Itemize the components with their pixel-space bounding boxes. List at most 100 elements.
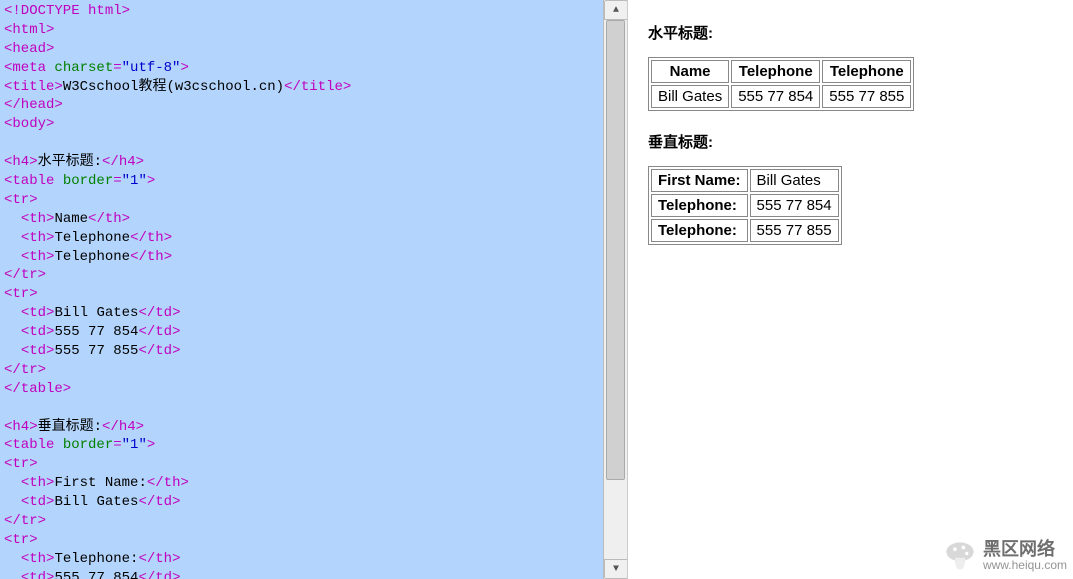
code-token: </ xyxy=(138,324,155,340)
code-token: <body> xyxy=(4,116,54,132)
code-token: </ xyxy=(102,154,119,170)
code-editor[interactable]: <!DOCTYPE html> <html> <head> <meta char… xyxy=(0,0,603,579)
code-token: </ xyxy=(138,494,155,510)
code-token: td xyxy=(29,343,46,359)
code-token: > xyxy=(180,475,188,491)
table-header: Telephone xyxy=(731,60,820,83)
code-token: </ xyxy=(138,305,155,321)
preview-heading-horizontal: 水平标题: xyxy=(648,22,1053,43)
code-token: tr xyxy=(21,267,38,283)
code-token: th xyxy=(147,230,164,246)
code-token: </table> xyxy=(4,381,71,397)
code-token: > xyxy=(172,570,180,579)
watermark-url: www.heiqu.com xyxy=(983,559,1067,572)
code-token: tr xyxy=(21,513,38,529)
code-token: 555 77 855 xyxy=(54,343,138,359)
code-token: td xyxy=(155,343,172,359)
table-cell: 555 77 854 xyxy=(731,85,820,108)
code-token: tr xyxy=(12,532,29,548)
table-header: Telephone: xyxy=(651,194,748,217)
table-header: Telephone: xyxy=(651,219,748,242)
code-token: td xyxy=(155,305,172,321)
code-token: td xyxy=(29,324,46,340)
table-cell: 555 77 855 xyxy=(750,219,839,242)
code-token: </head> xyxy=(4,97,63,113)
code-token: > xyxy=(122,211,130,227)
code-token: title xyxy=(12,79,54,95)
code-token: "utf-8" xyxy=(122,60,181,76)
code-token: tr xyxy=(12,192,29,208)
code-token: > xyxy=(136,154,144,170)
code-token: > xyxy=(147,437,155,453)
table-cell: 555 77 855 xyxy=(822,85,911,108)
code-token: td xyxy=(29,494,46,510)
table-cell: Bill Gates xyxy=(651,85,729,108)
code-token: <html> xyxy=(4,22,54,38)
code-token: > xyxy=(172,494,180,510)
vertical-scrollbar[interactable]: ▲ ▼ xyxy=(603,0,627,579)
code-token: th xyxy=(29,249,46,265)
code-token: td xyxy=(29,305,46,321)
code-token: h4 xyxy=(12,419,29,435)
code-token: 555 77 854 xyxy=(54,324,138,340)
scroll-track[interactable] xyxy=(604,20,627,559)
horizontal-headers-table: Name Telephone Telephone Bill Gates 555 … xyxy=(648,57,914,111)
code-token: "1" xyxy=(122,173,147,189)
code-token: meta xyxy=(12,60,46,76)
app-container: <!DOCTYPE html> <html> <head> <meta char… xyxy=(0,0,1073,579)
table-header: Name xyxy=(651,60,729,83)
code-token: </ xyxy=(130,230,147,246)
code-token: </ xyxy=(4,513,21,529)
preview-pane: 水平标题: Name Telephone Telephone Bill Gate… xyxy=(628,0,1073,579)
code-token: > xyxy=(147,173,155,189)
code-token: > xyxy=(54,79,62,95)
code-token: h4 xyxy=(12,154,29,170)
code-token: Name xyxy=(54,211,88,227)
code-token: td xyxy=(155,570,172,579)
table-row: Telephone: 555 77 854 xyxy=(651,194,839,217)
code-token: td xyxy=(155,324,172,340)
code-token: < xyxy=(21,211,29,227)
code-token: > xyxy=(164,249,172,265)
code-token: > xyxy=(172,551,180,567)
code-token: th xyxy=(155,551,172,567)
code-token: th xyxy=(147,249,164,265)
code-token: < xyxy=(21,249,29,265)
code-token: 垂直标题: xyxy=(38,419,102,435)
code-token: td xyxy=(29,570,46,579)
code-token: td xyxy=(155,494,172,510)
watermark: 黑区网络 www.heiqu.com xyxy=(943,539,1067,573)
code-token: > xyxy=(172,305,180,321)
code-token: > xyxy=(29,456,37,472)
code-token: </ xyxy=(4,362,21,378)
table-cell: 555 77 854 xyxy=(750,194,839,217)
code-token: table xyxy=(12,173,54,189)
code-token: </ xyxy=(130,249,147,265)
code-token: </ xyxy=(284,79,301,95)
code-token: < xyxy=(21,343,29,359)
watermark-text: 黑区网络 www.heiqu.com xyxy=(983,540,1067,571)
code-token: > xyxy=(38,362,46,378)
code-token: < xyxy=(21,551,29,567)
scroll-thumb[interactable] xyxy=(606,20,625,480)
code-token: </ xyxy=(138,570,155,579)
table-cell: Bill Gates xyxy=(750,169,839,192)
code-token: th xyxy=(29,230,46,246)
code-token: "1" xyxy=(122,437,147,453)
code-token: h4 xyxy=(119,154,136,170)
code-token: Bill Gates xyxy=(54,494,138,510)
code-token: th xyxy=(164,475,181,491)
scroll-down-button[interactable]: ▼ xyxy=(604,559,628,579)
code-token: > xyxy=(29,532,37,548)
code-token: > xyxy=(180,60,188,76)
code-token: < xyxy=(21,475,29,491)
code-token: > xyxy=(343,79,351,95)
scroll-up-button[interactable]: ▲ xyxy=(604,0,628,20)
code-token: < xyxy=(21,570,29,579)
code-token: h4 xyxy=(119,419,136,435)
code-token: > xyxy=(38,267,46,283)
table-row: Bill Gates 555 77 854 555 77 855 xyxy=(651,85,911,108)
code-token: th xyxy=(29,211,46,227)
table-row: First Name: Bill Gates xyxy=(651,169,839,192)
code-token: Bill Gates xyxy=(54,305,138,321)
